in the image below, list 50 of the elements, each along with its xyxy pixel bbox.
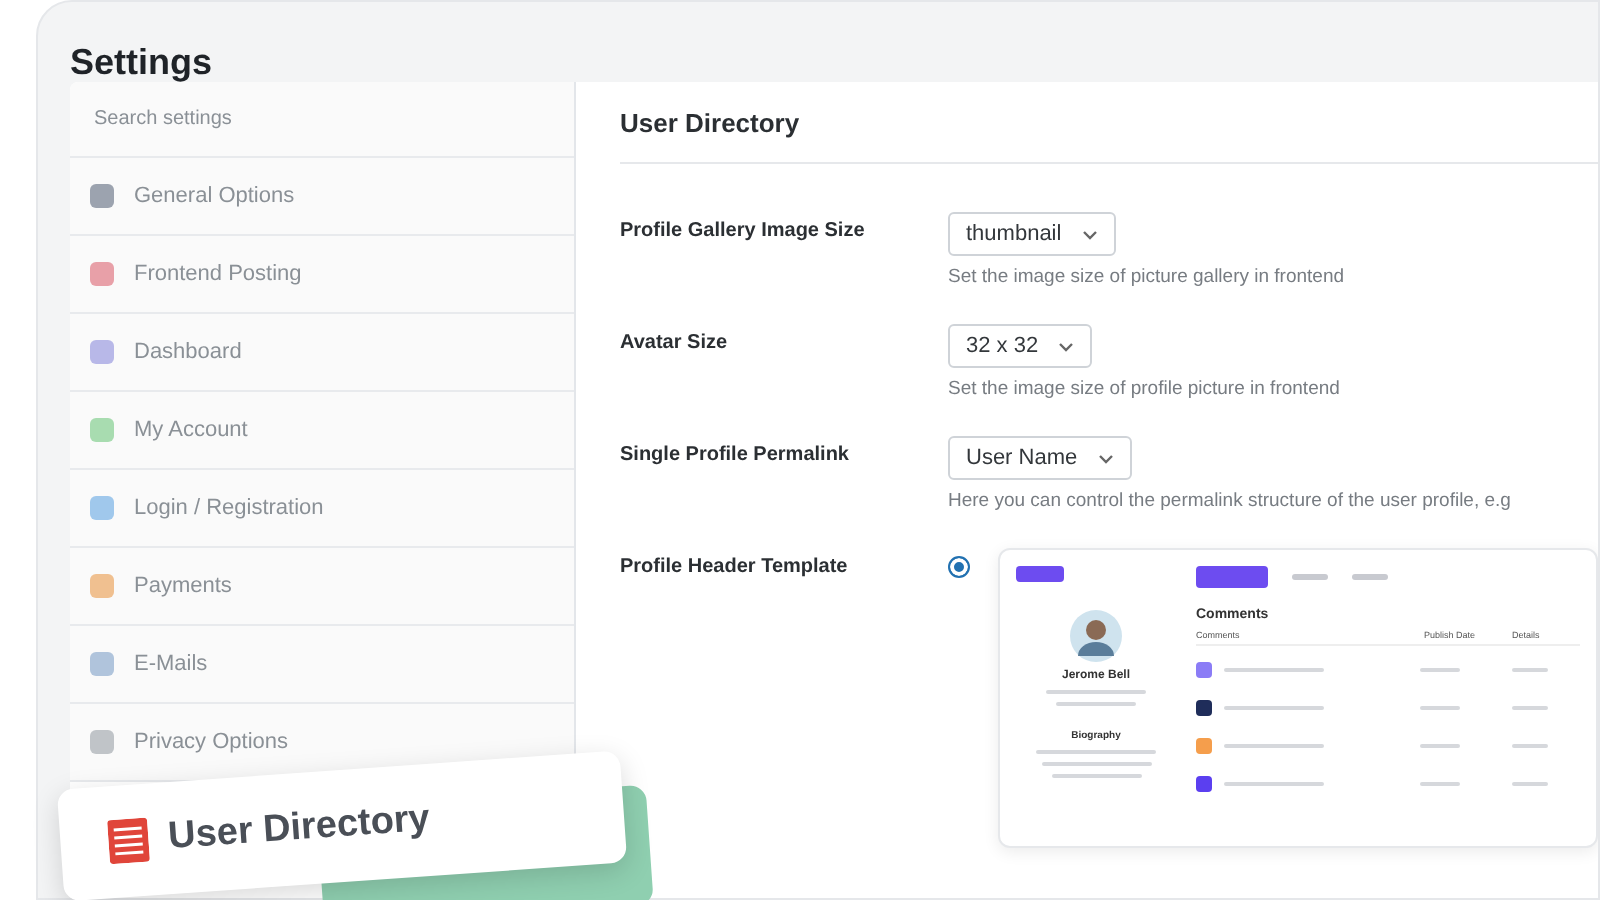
chevron-down-icon	[1097, 453, 1114, 463]
thumbnail-icon	[1196, 775, 1212, 791]
text-line	[1056, 702, 1136, 706]
field-label: Profile Gallery Image Size	[620, 218, 867, 246]
field-label: Single Profile Permalink	[620, 442, 851, 470]
help-text: Set the image size of picture gallery in frontend	[948, 266, 1345, 288]
select-dropdown[interactable]: 32 x 32	[948, 324, 1093, 368]
text-line	[1046, 690, 1146, 694]
chevron-down-icon	[1081, 229, 1098, 239]
text-line	[1512, 667, 1548, 671]
radio-button[interactable]	[948, 556, 970, 578]
text-line	[1512, 705, 1548, 709]
search-field[interactable]: Search settings	[70, 82, 574, 158]
tab-line	[1292, 574, 1328, 580]
sidebar-item[interactable]: Login / Registration	[70, 470, 574, 548]
sidebar-item[interactable]: Frontend Posting	[70, 236, 574, 314]
text-line	[1420, 667, 1460, 671]
thumbnail-icon	[1196, 737, 1212, 753]
list-icon	[107, 817, 150, 865]
text-line	[1224, 743, 1324, 747]
text-line	[1420, 781, 1460, 785]
avatar-icon	[1070, 610, 1122, 662]
help-text: Set the image size of profile picture in frontend	[948, 378, 1340, 400]
text-line	[1224, 781, 1324, 785]
text-line	[1224, 667, 1324, 671]
text-line	[1224, 705, 1324, 709]
text-line	[1420, 705, 1460, 709]
select-dropdown[interactable]: User Name	[948, 436, 1132, 480]
sidebar-item[interactable]: Dashboard	[70, 314, 574, 392]
thumbnail-icon	[1196, 699, 1212, 715]
page-title: Settings	[68, 40, 215, 82]
text-line	[1512, 781, 1548, 785]
field-label: Profile Header Template	[620, 554, 850, 582]
text-line	[1512, 743, 1548, 747]
tab-line	[1352, 574, 1388, 580]
sidebar-item[interactable]: Payments	[70, 548, 574, 626]
select-dropdown[interactable]: thumbnail	[948, 212, 1116, 256]
sidebar-item[interactable]: E-Mails	[70, 626, 574, 704]
help-text: Here you can control the permalink structure of the user profile, e.g	[948, 490, 1511, 512]
sidebar-item[interactable]: General Options	[70, 158, 574, 236]
sidebar-item[interactable]: My Account	[70, 392, 574, 470]
text-line	[1041, 762, 1151, 766]
text-line	[1036, 750, 1156, 754]
text-line	[1051, 774, 1141, 778]
field-label: Avatar Size	[620, 330, 730, 358]
tab-block	[1196, 566, 1268, 588]
thumbnail-icon	[1196, 661, 1212, 677]
text-line	[1420, 743, 1460, 747]
chevron-down-icon	[1058, 341, 1075, 351]
section-title: User Directory	[620, 82, 1598, 164]
